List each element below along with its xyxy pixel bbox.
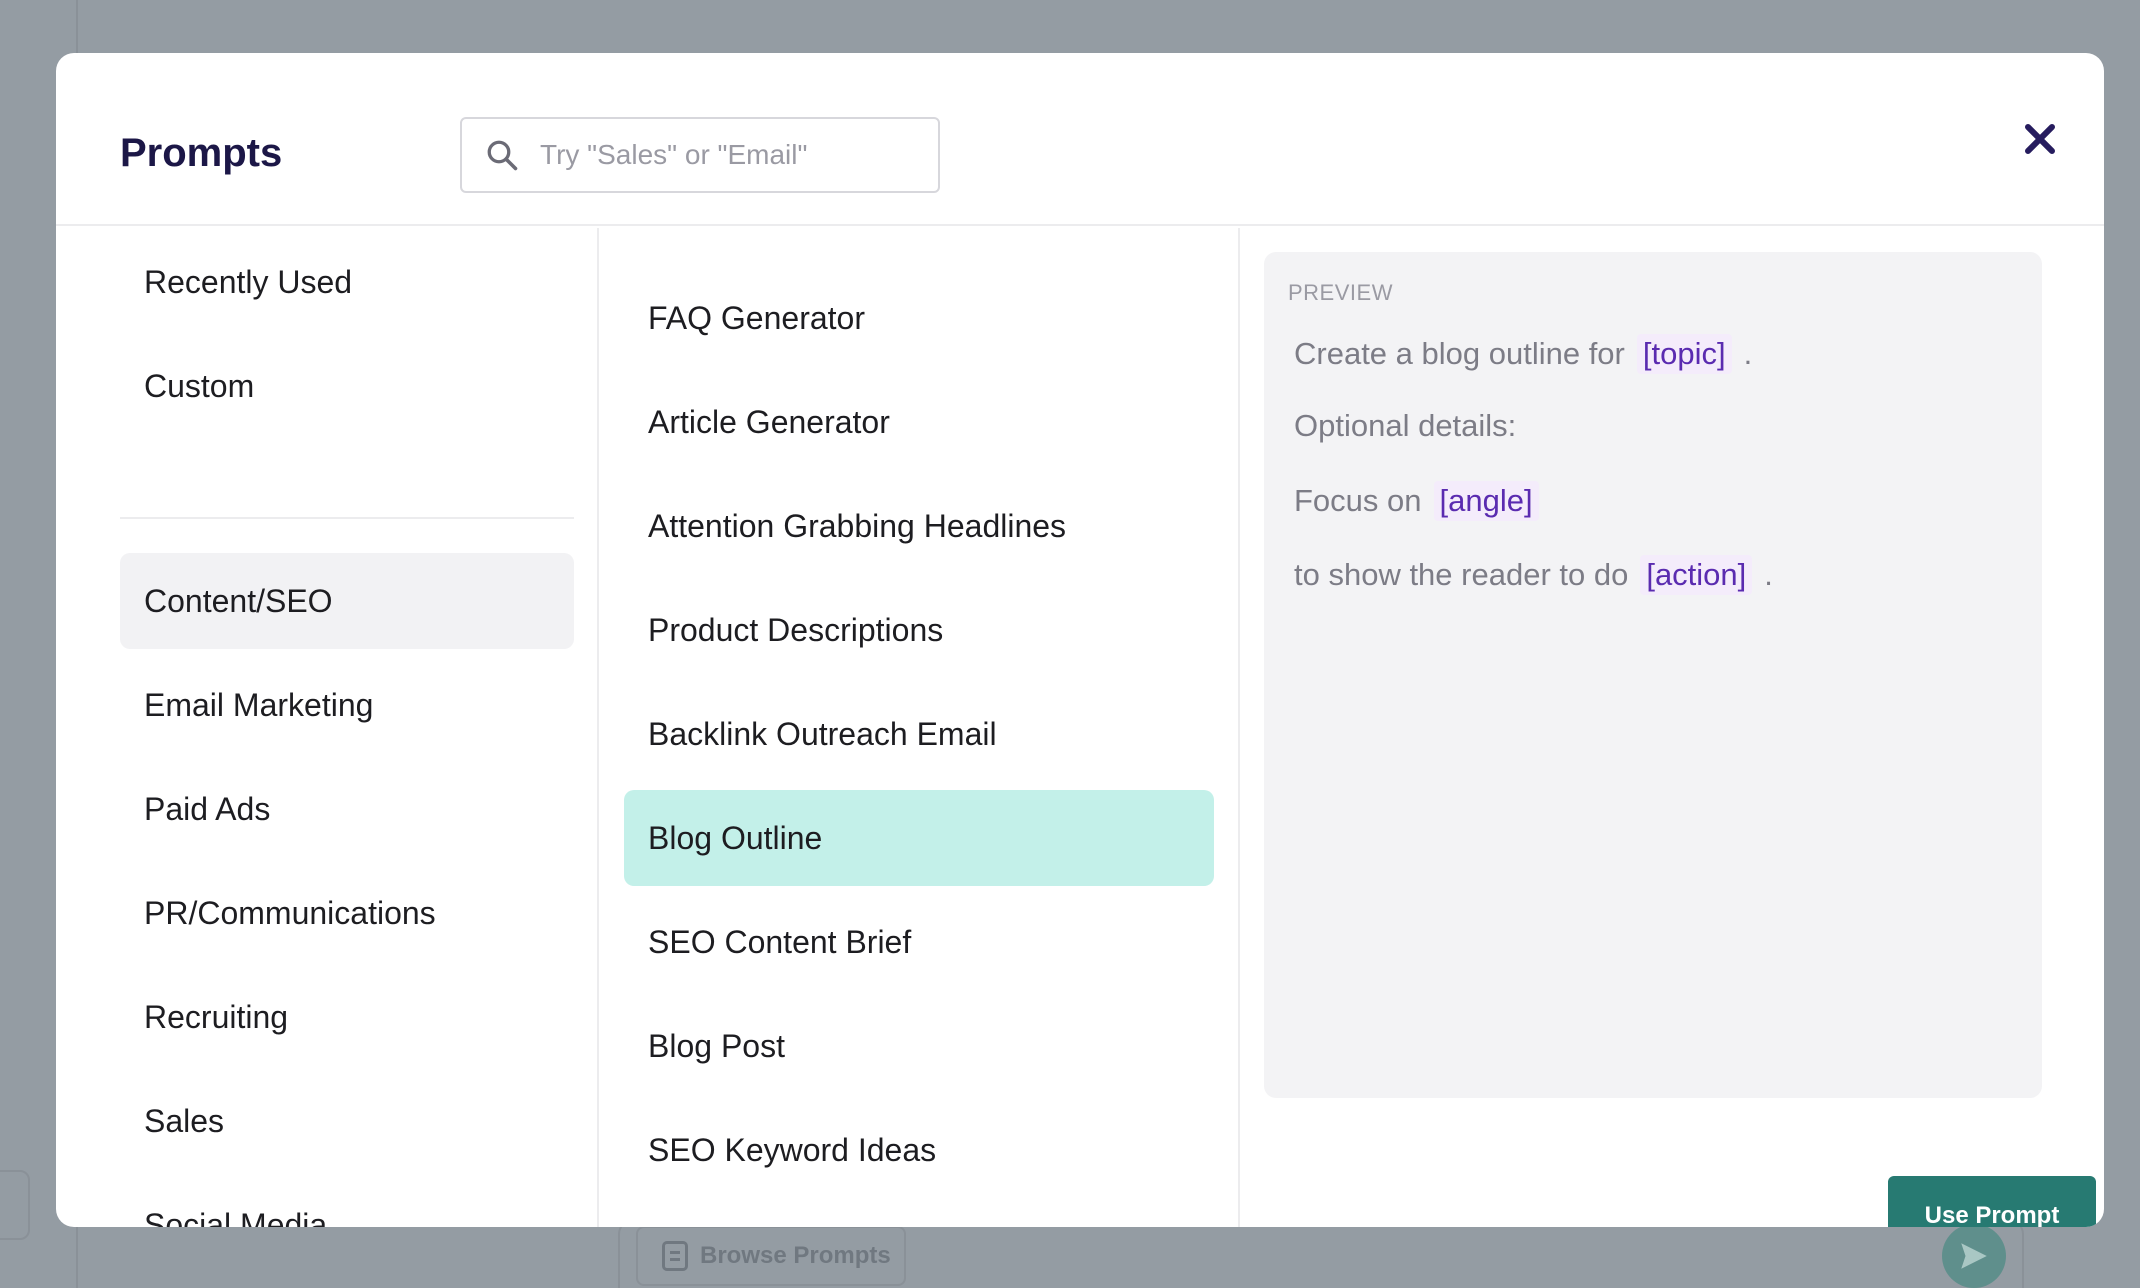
category-divider [120,517,574,519]
categories-column: Recently Used Custom Content/SEO Email M… [56,228,599,1227]
preview-text: Optional details: [1294,408,1516,444]
preview-line-4: to show the reader to do [action] . [1294,555,1773,595]
send-icon [1957,1239,1991,1273]
prompt-item-blog-outline[interactable]: Blog Outline [624,790,1214,886]
prompt-item-product-descriptions[interactable]: Product Descriptions [624,582,1214,678]
category-sales[interactable]: Sales [120,1073,574,1169]
preview-label: PREVIEW [1288,280,1393,306]
category-custom[interactable]: Custom [120,338,574,434]
send-button [1942,1224,2006,1288]
browse-prompts-button: Browse Prompts [636,1226,906,1286]
category-paid-ads[interactable]: Paid Ads [120,761,574,857]
prompt-item-faq-generator[interactable]: FAQ Generator [624,270,1214,366]
modal-header: Prompts [56,53,2104,226]
preview-text: Focus on [1294,483,1422,519]
category-recently-used[interactable]: Recently Used [120,234,574,330]
preview-line-3: Focus on [angle] [1294,481,1539,521]
category-email-marketing[interactable]: Email Marketing [120,657,574,753]
document-icon [662,1241,688,1271]
search-icon [484,137,520,173]
close-icon [2022,121,2058,157]
close-button[interactable] [2012,111,2068,167]
prompt-item-seo-content-brief[interactable]: SEO Content Brief [624,894,1214,990]
modal-title: Prompts [120,131,282,176]
preview-line-2: Optional details: [1294,408,1516,444]
variable-angle: [angle] [1434,481,1539,521]
prompt-item-blog-post[interactable]: Blog Post [624,998,1214,1094]
variable-topic: [topic] [1637,334,1732,374]
category-social-media[interactable]: Social Media [120,1177,574,1227]
prompt-item-seo-keyword-ideas[interactable]: SEO Keyword Ideas [624,1102,1214,1198]
category-recruiting[interactable]: Recruiting [120,969,574,1065]
prompts-list[interactable]: FAQ Generator Article Generator Attentio… [601,228,1240,1227]
preview-period: . [1744,336,1753,372]
prompt-item-backlink-outreach-email[interactable]: Backlink Outreach Email [624,686,1214,782]
preview-text: to show the reader to do [1294,557,1628,593]
browse-prompts-label: Browse Prompts [700,1242,891,1270]
background-panel [0,1170,30,1240]
preview-panel: PREVIEW Create a blog outline for [topic… [1264,252,2042,1098]
search-box[interactable] [460,117,940,193]
prompts-modal: Prompts Recently Used Custom Content/SEO… [56,53,2104,1227]
preview-text: Create a blog outline for [1294,336,1625,372]
preview-column: PREVIEW Create a blog outline for [topic… [1242,228,2104,1227]
use-prompt-button[interactable]: Use Prompt [1888,1176,2096,1227]
preview-period: . [1764,557,1773,593]
variable-action: [action] [1640,555,1752,595]
prompt-item-article-generator[interactable]: Article Generator [624,374,1214,470]
search-input[interactable] [540,139,920,171]
prompt-item-attention-grabbing-headlines[interactable]: Attention Grabbing Headlines [624,478,1214,574]
preview-line-1: Create a blog outline for [topic] . [1294,334,1752,374]
category-pr-communications[interactable]: PR/Communications [120,865,574,961]
category-content-seo[interactable]: Content/SEO [120,553,574,649]
